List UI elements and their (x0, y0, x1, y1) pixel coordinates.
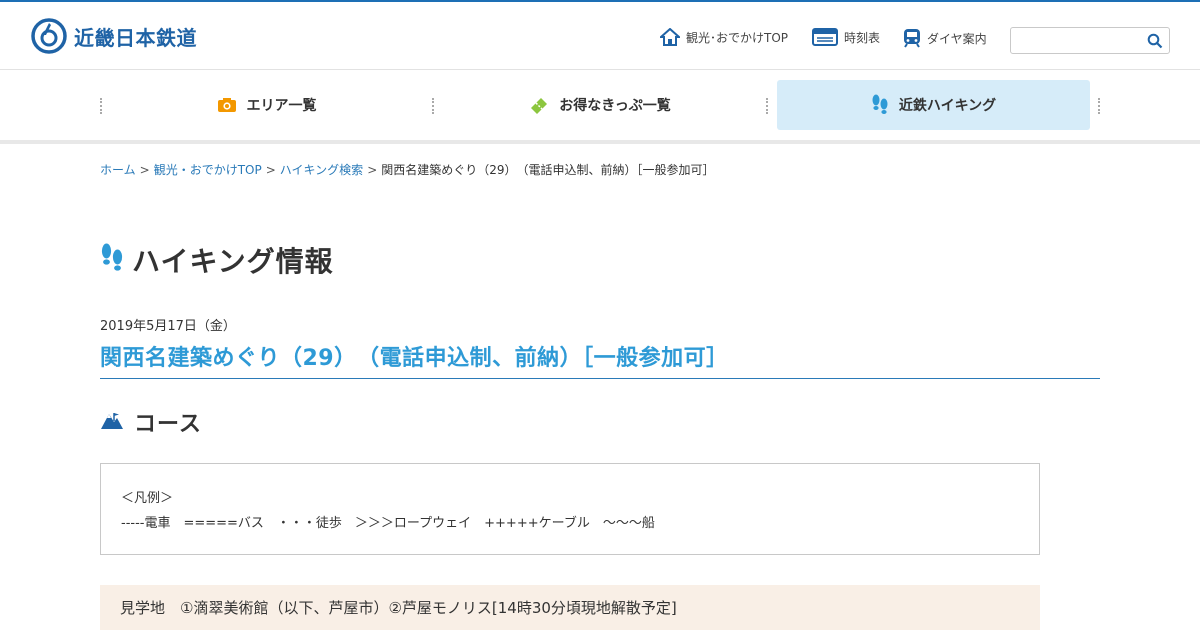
train-icon (903, 28, 921, 48)
gnav-area-list-label: エリア一覧 (246, 98, 317, 114)
breadcrumb-separator: > (265, 163, 276, 177)
course-title: コース (134, 412, 202, 437)
footprints-icon (871, 94, 889, 116)
breadcrumb-separator: > (367, 163, 378, 177)
breadcrumb-separator: > (139, 163, 150, 177)
gnav-hiking[interactable]: 近鉄ハイキング (777, 80, 1090, 130)
logo-text: 近畿日本鉄道 (74, 25, 197, 50)
nav-sightseeing-label: 観光･おでかけTOP (686, 30, 789, 45)
breadcrumb: ホーム > 観光・おでかけTOP > ハイキング検索 > 関西名建築めぐり（29） （電話申… (100, 161, 715, 178)
home-icon (660, 28, 680, 46)
nav-sightseeing-top[interactable]: 観光･おでかけTOP (660, 28, 788, 46)
footprints-icon (100, 243, 124, 277)
mountain-icon (100, 410, 124, 434)
site-logo[interactable]: 近畿日本鉄道 (30, 17, 197, 55)
nav-bottom-border (0, 140, 1200, 144)
legend-title: ＜凡例＞ (121, 491, 174, 506)
sightseeing-spots: 見学地 ①滴翠美術館（以下、芦屋市）②芦屋モノリス[14時30分頃現地解散予定] (100, 585, 1040, 630)
search-input[interactable] (1017, 28, 1147, 53)
nav-timetable-label: 時刻表 (844, 30, 881, 45)
page-title: ハイキング情報 (132, 245, 334, 278)
search-icon[interactable] (1147, 33, 1163, 53)
breadcrumb-home[interactable]: ホーム (100, 163, 136, 177)
camera-icon (217, 97, 237, 113)
legend-items: -----電車 =====バス ・・・徒歩 ＞＞＞ロープウェイ +++++ケーブ… (121, 516, 655, 531)
gnav-tickets-label: お得なきっぷ一覧 (559, 98, 671, 114)
nav-train-info-label: ダイヤ案内 (927, 31, 987, 46)
breadcrumb-sightseeing-top[interactable]: 観光・おでかけTOP (154, 163, 262, 177)
gnav-hiking-label: 近鉄ハイキング (898, 98, 997, 114)
breadcrumb-hiking-search[interactable]: ハイキング検索 (280, 163, 363, 177)
nav-timetable[interactable]: 時刻表 (812, 28, 880, 46)
nav-divider (766, 98, 768, 114)
gnav-tickets[interactable]: お得なきっぷ一覧 (433, 80, 767, 130)
gnav-area-list[interactable]: エリア一覧 (100, 80, 433, 130)
event-title: 関西名建築めぐり（29） （電話申込制、前納）［一般参加可］ (100, 340, 1100, 379)
legend-box: ＜凡例＞ -----電車 =====バス ・・・徒歩 ＞＞＞ロープウェイ +++… (100, 463, 1040, 555)
kintetsu-logo-icon (31, 18, 67, 54)
global-nav: エリア一覧 お得なきっぷ一覧 近鉄ハイキング (100, 80, 1100, 144)
event-date: 2019年5月17日（金） (100, 319, 236, 334)
nav-train-info[interactable]: ダイヤ案内 (903, 28, 987, 48)
search-box (1010, 27, 1170, 54)
timetable-icon (812, 28, 838, 46)
site-header: 近畿日本鉄道 観光･おでかけTOP 時刻表 ダイヤ案内 (0, 2, 1200, 70)
ticket-icon (529, 96, 549, 114)
page-heading: ハイキング情報 (100, 240, 334, 280)
course-heading: コース (100, 406, 202, 438)
breadcrumb-current: 関西名建築めぐり（29） （電話申込制、前納）［一般参加可］ (381, 163, 715, 177)
nav-divider (1098, 98, 1100, 114)
